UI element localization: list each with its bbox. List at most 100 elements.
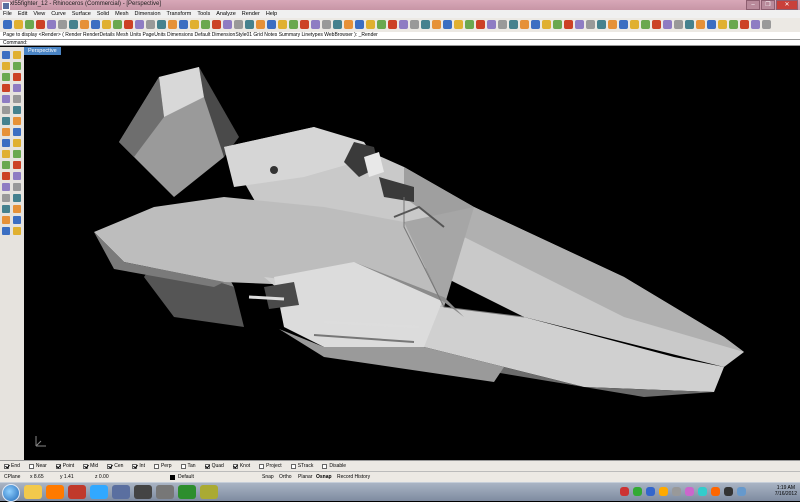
- left-tool-icon[interactable]: [13, 172, 21, 180]
- left-tool-icon[interactable]: [13, 227, 21, 235]
- toolbar-tool-icon[interactable]: [740, 20, 749, 29]
- left-tool-icon[interactable]: [2, 73, 10, 81]
- taskbar-app-firefox[interactable]: [24, 485, 42, 499]
- toolbar-tool-icon[interactable]: [553, 20, 562, 29]
- toolbar-tool-icon[interactable]: [47, 20, 56, 29]
- toolbar-tool-icon[interactable]: [641, 20, 650, 29]
- minimize-button[interactable]: –: [746, 0, 760, 10]
- left-tool-icon[interactable]: [13, 150, 21, 158]
- osnap-checkbox[interactable]: [132, 463, 138, 469]
- menu-view[interactable]: View: [33, 10, 45, 18]
- osnap-checkbox[interactable]: [83, 463, 89, 469]
- left-tool-icon[interactable]: [2, 216, 10, 224]
- menu-help[interactable]: Help: [266, 10, 277, 18]
- taskbar-app-explorer[interactable]: [46, 485, 64, 499]
- taskbar-app-app2[interactable]: [178, 485, 196, 499]
- left-tool-icon[interactable]: [2, 95, 10, 103]
- toolbar-tool-icon[interactable]: [729, 20, 738, 29]
- toolbar-tool-icon[interactable]: [388, 20, 397, 29]
- osnap-checkbox[interactable]: [204, 463, 210, 469]
- menu-transform[interactable]: Transform: [167, 10, 192, 18]
- left-tool-icon[interactable]: [2, 106, 10, 114]
- osnap-checkbox[interactable]: [28, 463, 34, 469]
- toolbar-tool-icon[interactable]: [564, 20, 573, 29]
- osnap-checkbox[interactable]: [180, 463, 186, 469]
- menu-edit[interactable]: Edit: [18, 10, 27, 18]
- menu-curve[interactable]: Curve: [51, 10, 66, 18]
- left-tool-icon[interactable]: [13, 51, 21, 59]
- menu-tools[interactable]: Tools: [197, 10, 210, 18]
- toolbar-tool-icon[interactable]: [245, 20, 254, 29]
- left-tool-icon[interactable]: [2, 183, 10, 191]
- toolbar-tool-icon[interactable]: [465, 20, 474, 29]
- menu-analyze[interactable]: Analyze: [216, 10, 236, 18]
- maximize-button[interactable]: ❐: [761, 0, 775, 10]
- toolbar-tool-icon[interactable]: [58, 20, 67, 29]
- rhino-app-icon[interactable]: [2, 2, 10, 10]
- tray-icon[interactable]: [724, 487, 733, 496]
- osnap-mid[interactable]: Mid: [83, 463, 98, 469]
- record-history-toggle[interactable]: Record History: [337, 474, 370, 480]
- toolbar-tool-icon[interactable]: [168, 20, 177, 29]
- menu-file[interactable]: File: [3, 10, 12, 18]
- toolbar-tool-icon[interactable]: [179, 20, 188, 29]
- left-tool-icon[interactable]: [13, 73, 21, 81]
- left-tool-icon[interactable]: [2, 84, 10, 92]
- close-button[interactable]: ✕: [776, 0, 798, 10]
- toolbar-tool-icon[interactable]: [234, 20, 243, 29]
- toolbar-tool-icon[interactable]: [399, 20, 408, 29]
- toolbar-tool-icon[interactable]: [14, 20, 23, 29]
- toolbar-tool-icon[interactable]: [344, 20, 353, 29]
- toolbar-tool-icon[interactable]: [201, 20, 210, 29]
- osnap-checkbox[interactable]: [55, 463, 61, 469]
- toolbar-tool-icon[interactable]: [410, 20, 419, 29]
- ortho-toggle[interactable]: Ortho: [279, 474, 292, 480]
- osnap-knot[interactable]: Knot: [232, 463, 250, 469]
- start-button[interactable]: [2, 484, 20, 502]
- osnap-checkbox[interactable]: [4, 463, 9, 469]
- osnap-tan[interactable]: Tan: [180, 463, 196, 469]
- toolbar-tool-icon[interactable]: [542, 20, 551, 29]
- toolbar-tool-icon[interactable]: [597, 20, 606, 29]
- snap-toggle[interactable]: Snap: [262, 474, 274, 480]
- left-tool-icon[interactable]: [2, 117, 10, 125]
- left-tool-icon[interactable]: [2, 150, 10, 158]
- osnap-checkbox[interactable]: [153, 463, 159, 469]
- toolbar-tool-icon[interactable]: [300, 20, 309, 29]
- toolbar-tool-icon[interactable]: [311, 20, 320, 29]
- left-tool-icon[interactable]: [2, 227, 10, 235]
- osnap-quad[interactable]: Quad: [204, 463, 224, 469]
- toolbar-tool-icon[interactable]: [718, 20, 727, 29]
- toolbar-tool-icon[interactable]: [25, 20, 34, 29]
- tray-icon[interactable]: [672, 487, 681, 496]
- toolbar-tool-icon[interactable]: [575, 20, 584, 29]
- left-tool-icon[interactable]: [13, 205, 21, 213]
- toolbar-tool-icon[interactable]: [135, 20, 144, 29]
- osnap-checkbox[interactable]: [322, 463, 328, 469]
- left-tool-icon[interactable]: [2, 161, 10, 169]
- toolbar-tool-icon[interactable]: [586, 20, 595, 29]
- toolbar-tool-icon[interactable]: [432, 20, 441, 29]
- tray-icon[interactable]: [633, 487, 642, 496]
- tray-icon[interactable]: [698, 487, 707, 496]
- toolbar-tool-icon[interactable]: [421, 20, 430, 29]
- toolbar-tool-icon[interactable]: [322, 20, 331, 29]
- toolbar-tool-icon[interactable]: [212, 20, 221, 29]
- toolbar-tool-icon[interactable]: [443, 20, 452, 29]
- osnap-checkbox[interactable]: [232, 463, 238, 469]
- osnap-project[interactable]: Project: [259, 463, 282, 469]
- toolbar-tool-icon[interactable]: [674, 20, 683, 29]
- toolbar-tool-icon[interactable]: [223, 20, 232, 29]
- perspective-viewport[interactable]: Perspective: [24, 47, 800, 460]
- osnap-checkbox[interactable]: [259, 463, 265, 469]
- toolbar-tool-icon[interactable]: [124, 20, 133, 29]
- toolbar-tool-icon[interactable]: [685, 20, 694, 29]
- osnap-toggle[interactable]: Osnap: [316, 474, 332, 480]
- toolbar-tool-icon[interactable]: [157, 20, 166, 29]
- toolbar-tool-icon[interactable]: [146, 20, 155, 29]
- left-tool-icon[interactable]: [13, 161, 21, 169]
- osnap-cen[interactable]: Cen: [107, 463, 123, 469]
- taskbar-app-paint[interactable]: [90, 485, 108, 499]
- left-tool-icon[interactable]: [13, 183, 21, 191]
- osnap-end[interactable]: End: [4, 463, 20, 469]
